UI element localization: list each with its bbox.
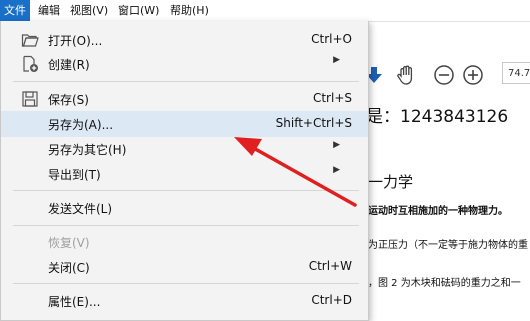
doc-paragraph-1: 运动时互相施加的一种物理力。 xyxy=(368,206,508,217)
menu-help[interactable]: 帮助(H) xyxy=(166,0,213,21)
menu-item-open-shortcut: Ctrl+O xyxy=(311,32,352,46)
menu-separator xyxy=(13,283,359,284)
menu-item-close-label: 关闭(C) xyxy=(48,261,90,275)
menu-item-save-as-shortcut: Shift+Ctrl+S xyxy=(275,116,352,130)
menu-window[interactable]: 窗口(W) xyxy=(114,0,163,21)
zoom-in-icon[interactable] xyxy=(462,64,484,86)
doc-paragraph-3: ，图 2 为木块和砝码的重力之和一 xyxy=(368,278,521,289)
menu-item-close-shortcut: Ctrl+W xyxy=(308,259,352,273)
menu-item-save-as[interactable]: 另存为(A)... Shift+Ctrl+S xyxy=(1,111,368,137)
menu-item-save[interactable]: 保存(S) Ctrl+S xyxy=(1,86,368,112)
submenu-arrow-icon: ▶ xyxy=(333,55,340,65)
menu-separator xyxy=(13,190,359,191)
menu-item-create[interactable]: 创建(R) ▶ xyxy=(1,51,368,77)
menu-item-save-label: 保存(S) xyxy=(48,93,89,107)
submenu-arrow-icon: ▶ xyxy=(333,165,340,175)
save-icon xyxy=(22,91,38,107)
menu-item-export[interactable]: 导出到(T) ▶ xyxy=(1,161,368,187)
menu-item-create-label: 创建(R) xyxy=(48,58,90,72)
menu-item-properties[interactable]: 属性(E)... Ctrl+D xyxy=(1,288,368,314)
menu-item-revert: 恢复(V) xyxy=(1,229,368,255)
menu-item-properties-shortcut: Ctrl+D xyxy=(311,293,352,307)
zoom-out-icon[interactable] xyxy=(433,64,455,86)
menu-separator xyxy=(13,225,359,226)
menu-edit[interactable]: 编辑 xyxy=(34,0,64,21)
menu-item-properties-label: 属性(E)... xyxy=(48,295,101,309)
menu-separator xyxy=(13,81,359,82)
menu-item-save-as-other[interactable]: 另存为其它(H) ▶ xyxy=(1,136,368,162)
menu-view[interactable]: 视图(V) xyxy=(66,0,112,21)
open-folder-icon xyxy=(21,34,39,47)
menu-item-save-as-label: 另存为(A)... xyxy=(48,118,114,132)
menu-bar: 文件 编辑 视图(V) 窗口(W) 帮助(H) xyxy=(0,0,530,22)
hand-tool-icon[interactable] xyxy=(396,64,418,86)
menu-item-export-label: 导出到(T) xyxy=(48,168,101,182)
create-icon xyxy=(23,55,38,72)
menu-item-close[interactable]: 关闭(C) Ctrl+W xyxy=(1,254,368,280)
menu-item-revert-label: 恢复(V) xyxy=(48,236,90,250)
menu-item-save-shortcut: Ctrl+S xyxy=(312,91,352,105)
doc-line-id: 是：1243843126 xyxy=(366,107,509,127)
file-menu: 打开(O)... Ctrl+O 创建(R) ▶ 保存(S) Ctrl+S 另存为… xyxy=(0,21,369,321)
zoom-level-field[interactable]: 74.7% xyxy=(502,62,530,84)
doc-paragraph-2: 为正压力（不一定等于施力物体的重 xyxy=(368,240,528,251)
menu-item-save-as-other-label: 另存为其它(H) xyxy=(48,143,127,157)
submenu-arrow-icon: ▶ xyxy=(333,140,340,150)
menu-item-send-file[interactable]: 发送文件(L) xyxy=(1,195,368,221)
menu-item-open[interactable]: 打开(O)... Ctrl+O xyxy=(1,27,368,53)
menu-file[interactable]: 文件 xyxy=(0,0,30,21)
menu-item-send-file-label: 发送文件(L) xyxy=(48,202,113,216)
doc-heading: 一力学 xyxy=(368,173,414,191)
menu-item-open-label: 打开(O)... xyxy=(48,34,103,48)
